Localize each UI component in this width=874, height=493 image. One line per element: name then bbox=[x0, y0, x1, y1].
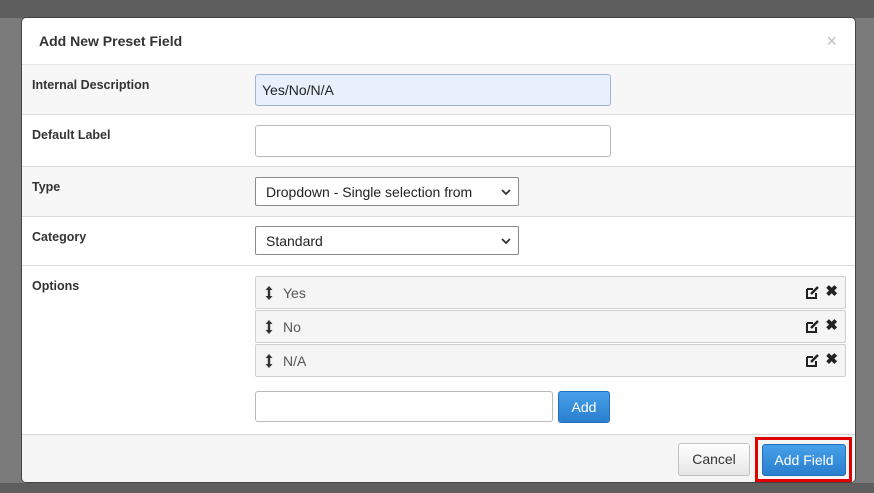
background-page-bottom bbox=[0, 483, 874, 493]
option-item[interactable]: Yes ✖ bbox=[255, 276, 846, 309]
delete-x-icon[interactable]: ✖ bbox=[825, 318, 838, 333]
add-field-button[interactable]: Add Field bbox=[762, 444, 846, 476]
options-label: Options bbox=[32, 279, 80, 293]
internal-description-label: Internal Description bbox=[32, 78, 150, 92]
default-label-row: Default Label bbox=[22, 115, 855, 167]
modal-title: Add New Preset Field bbox=[39, 33, 183, 49]
highlight-box: Add Field bbox=[755, 437, 852, 482]
default-label-label: Default Label bbox=[32, 128, 111, 142]
type-label: Type bbox=[32, 180, 61, 194]
modal-header: Add New Preset Field × bbox=[22, 18, 855, 65]
type-select-value: Dropdown - Single selection from bbox=[266, 184, 473, 200]
category-select-value: Standard bbox=[266, 233, 323, 249]
delete-x-icon[interactable]: ✖ bbox=[825, 284, 838, 299]
vertical-arrows-icon[interactable] bbox=[264, 285, 274, 301]
cancel-button[interactable]: Cancel bbox=[678, 443, 750, 476]
close-icon[interactable]: × bbox=[826, 32, 837, 50]
chevron-down-icon bbox=[501, 238, 511, 245]
option-label: Yes bbox=[283, 285, 306, 301]
type-select[interactable]: Dropdown - Single selection from bbox=[255, 177, 519, 206]
option-label: N/A bbox=[283, 353, 307, 369]
vertical-arrows-icon[interactable] bbox=[264, 353, 274, 369]
edit-icon[interactable] bbox=[805, 319, 820, 334]
background-page-strip bbox=[0, 0, 874, 18]
default-label-input[interactable] bbox=[255, 125, 611, 157]
internal-description-row: Internal Description bbox=[22, 65, 855, 115]
category-select[interactable]: Standard bbox=[255, 226, 519, 255]
option-label: No bbox=[283, 319, 301, 335]
delete-x-icon[interactable]: ✖ bbox=[825, 352, 838, 367]
vertical-arrows-icon[interactable] bbox=[264, 319, 274, 335]
option-item[interactable]: No ✖ bbox=[255, 310, 846, 343]
edit-icon[interactable] bbox=[805, 285, 820, 300]
type-row: Type Dropdown - Single selection from bbox=[22, 167, 855, 217]
new-option-input[interactable] bbox=[255, 391, 553, 422]
add-option-button[interactable]: Add bbox=[558, 391, 610, 423]
internal-description-input[interactable] bbox=[255, 74, 611, 106]
add-preset-field-modal: Add New Preset Field × Internal Descript… bbox=[21, 17, 856, 483]
edit-icon[interactable] bbox=[805, 353, 820, 368]
category-label: Category bbox=[32, 230, 87, 244]
modal-footer: Cancel Add Field bbox=[22, 434, 855, 482]
category-row: Category Standard bbox=[22, 217, 855, 266]
option-item[interactable]: N/A ✖ bbox=[255, 344, 846, 377]
chevron-down-icon bbox=[501, 189, 511, 196]
